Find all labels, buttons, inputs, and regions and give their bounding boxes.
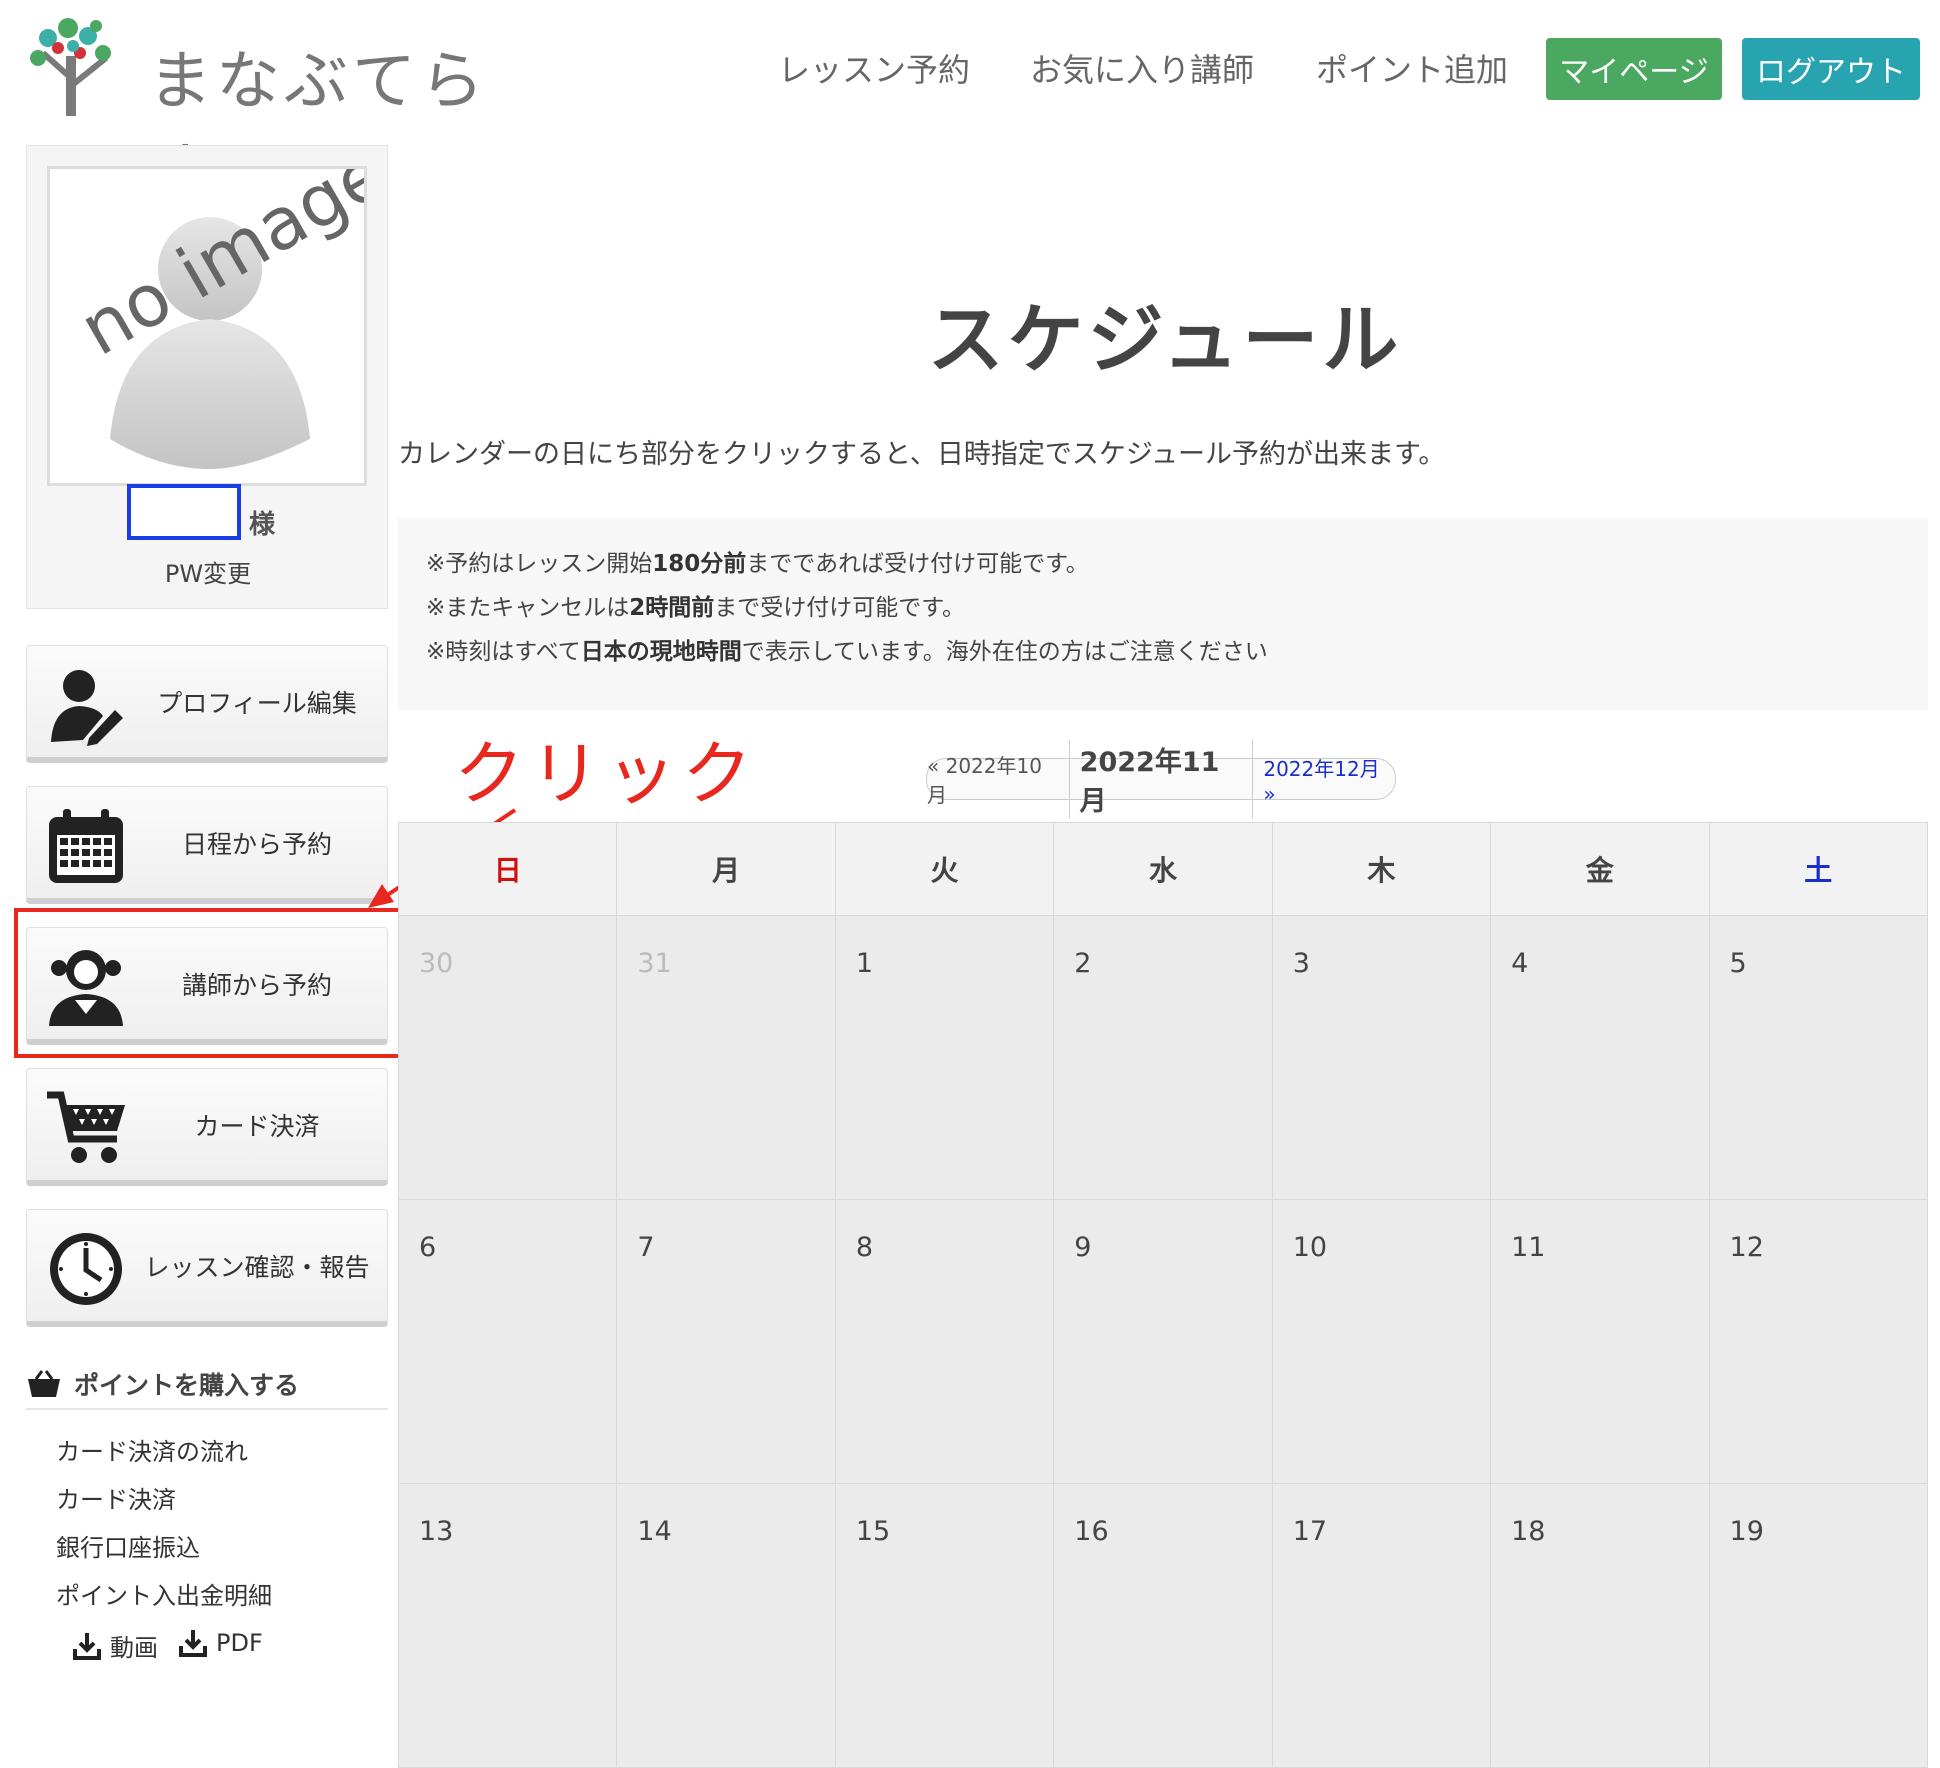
notice-text: まで受け付け可能です。 xyxy=(714,595,965,621)
calendar-day[interactable]: 16 xyxy=(1054,1484,1273,1767)
page-title: スケジュール xyxy=(927,295,1403,384)
weekday-mon: 月 xyxy=(617,823,836,915)
calendar-day[interactable]: 10 xyxy=(1272,1200,1492,1483)
calendar-day[interactable]: 6 xyxy=(399,1200,618,1483)
click-highlight-box xyxy=(14,908,402,1058)
site-logo[interactable]: まなぶてらす xyxy=(18,8,518,211)
notice-line: ※またキャンセルは2時間前まで受け付け可能です。 xyxy=(426,592,1928,624)
notice-text: ※予約はレッスン開始 xyxy=(426,551,653,577)
calendar-day[interactable]: 9 xyxy=(1054,1200,1273,1483)
user-edit-icon xyxy=(51,670,123,746)
nav-lesson-reservation[interactable]: レッスン予約 xyxy=(778,38,970,98)
download-pdf-link[interactable]: PDF xyxy=(178,1628,263,1658)
calendar-day[interactable]: 13 xyxy=(399,1484,618,1767)
calendar-day: 31 xyxy=(617,916,836,1199)
calendar-day[interactable]: 18 xyxy=(1491,1484,1710,1767)
logout-button[interactable]: ログアウト xyxy=(1742,38,1920,100)
notice-text: ※またキャンセルは xyxy=(426,595,630,621)
menu-label: カード決済 xyxy=(194,1112,320,1141)
card-payment-link[interactable]: カード決済 xyxy=(56,1480,176,1515)
nav-add-points[interactable]: ポイント追加 xyxy=(1316,38,1508,98)
point-history-link[interactable]: ポイント入出金明細 xyxy=(56,1576,272,1611)
calendar-day: 30 xyxy=(399,916,618,1199)
cart-icon xyxy=(47,1091,125,1163)
calendar-day[interactable]: 3 xyxy=(1272,916,1492,1199)
buy-points-title: ポイントを購入する xyxy=(74,1371,300,1400)
reserve-by-date-button[interactable]: 日程から予約 xyxy=(26,786,388,904)
menu-label: プロフィール編集 xyxy=(157,689,357,718)
calendar-day[interactable]: 17 xyxy=(1272,1484,1492,1767)
prev-month-link[interactable]: « 2022年10月 xyxy=(927,750,1059,808)
calendar-day[interactable]: 19 xyxy=(1709,1484,1928,1767)
change-password-link[interactable]: PW変更 xyxy=(27,554,389,589)
name-suffix: 様 xyxy=(249,510,276,540)
calendar-week: 30 31 1 2 3 4 5 xyxy=(398,916,1928,1200)
weekday-fri: 金 xyxy=(1491,823,1710,915)
calendar-day[interactable]: 15 xyxy=(835,1484,1055,1767)
current-month: 2022年11月 xyxy=(1068,740,1254,818)
card-payment-flow-link[interactable]: カード決済の流れ xyxy=(56,1432,248,1467)
weekday-wed: 水 xyxy=(1054,823,1273,915)
notice-line: ※予約はレッスン開始180分前までであれば受け付け可能です。 xyxy=(426,548,1928,580)
tree-logo-icon xyxy=(30,18,111,116)
calendar-day[interactable]: 12 xyxy=(1709,1200,1928,1483)
weekday-tue: 火 xyxy=(836,823,1055,915)
mypage-button[interactable]: マイページ xyxy=(1546,38,1722,100)
calendar-day[interactable]: 2 xyxy=(1054,916,1273,1199)
calendar-day[interactable]: 5 xyxy=(1709,916,1928,1199)
lesson-confirm-report-button[interactable]: レッスン確認・報告 xyxy=(26,1209,388,1327)
user-name-field xyxy=(127,484,241,540)
calendar-weekday-header: 日 月 火 水 木 金 土 xyxy=(398,822,1928,916)
profile-edit-button[interactable]: プロフィール編集 xyxy=(26,645,388,763)
notice-line: ※時刻はすべて日本の現地時間で表示しています。海外在住の方はご注意ください xyxy=(426,636,1928,668)
download-icon xyxy=(73,1632,101,1660)
month-navigation: « 2022年10月 2022年11月 2022年12月 » xyxy=(926,740,1396,818)
menu-label: レッスン確認・報告 xyxy=(144,1253,370,1282)
notice-bold: 日本の現地時間 xyxy=(580,639,742,665)
calendar-day[interactable]: 1 xyxy=(835,916,1055,1199)
card-payment-button[interactable]: カード決済 xyxy=(26,1068,388,1186)
calendar-week: 6 7 8 9 10 11 12 xyxy=(398,1200,1928,1484)
bank-transfer-link[interactable]: 銀行口座振込 xyxy=(56,1528,200,1563)
download-icon xyxy=(179,1630,207,1657)
calendar-grid: 日 月 火 水 木 金 土 30 31 1 2 3 4 5 6 7 8 9 10… xyxy=(398,822,1928,1768)
avatar: no image xyxy=(47,166,367,486)
profile-panel: no image 様 PW変更 xyxy=(26,145,388,609)
nav-link[interactable]: レッスン予約 xyxy=(778,45,970,91)
notice-text: で表示しています。海外在住の方はご注意ください xyxy=(741,639,1268,665)
calendar-day[interactable]: 7 xyxy=(617,1200,836,1483)
download-label: PDF xyxy=(216,1629,263,1657)
nav-link[interactable]: お気に入り講師 xyxy=(1030,45,1254,91)
nav-favorite-teachers[interactable]: お気に入り講師 xyxy=(1030,38,1254,98)
buy-points-heading: ポイントを購入する xyxy=(26,1360,388,1410)
calendar-day[interactable]: 11 xyxy=(1491,1200,1710,1483)
calendar-day[interactable]: 8 xyxy=(835,1200,1055,1483)
menu-label: 日程から予約 xyxy=(181,830,332,859)
notice-text: までであれば受け付け可能です。 xyxy=(746,551,1089,577)
calendar-icon xyxy=(49,809,123,883)
notice-box: ※予約はレッスン開始180分前までであれば受け付け可能です。 ※またキャンセルは… xyxy=(398,518,1928,710)
download-label: 動画 xyxy=(110,1634,158,1662)
notice-bold: 2時間前 xyxy=(629,595,715,621)
weekday-thu: 木 xyxy=(1273,823,1492,915)
weekday-sun: 日 xyxy=(399,823,618,915)
calendar-day[interactable]: 4 xyxy=(1491,916,1710,1199)
calendar-week: 13 14 15 16 17 18 19 xyxy=(398,1484,1928,1768)
calendar-day[interactable]: 14 xyxy=(617,1484,836,1767)
notice-bold: 180分前 xyxy=(652,551,747,577)
nav-link[interactable]: ポイント追加 xyxy=(1316,45,1508,91)
notice-text: ※時刻はすべて xyxy=(426,639,581,665)
download-video-link[interactable]: 動画 xyxy=(72,1628,158,1663)
clock-icon xyxy=(50,1233,122,1305)
basket-icon xyxy=(28,1370,60,1397)
page-description: カレンダーの日にち部分をクリックすると、日時指定でスケジュール予約が出来ます。 xyxy=(398,439,1446,470)
next-month-link[interactable]: 2022年12月 » xyxy=(1263,753,1395,806)
weekday-sat: 土 xyxy=(1804,854,1833,887)
